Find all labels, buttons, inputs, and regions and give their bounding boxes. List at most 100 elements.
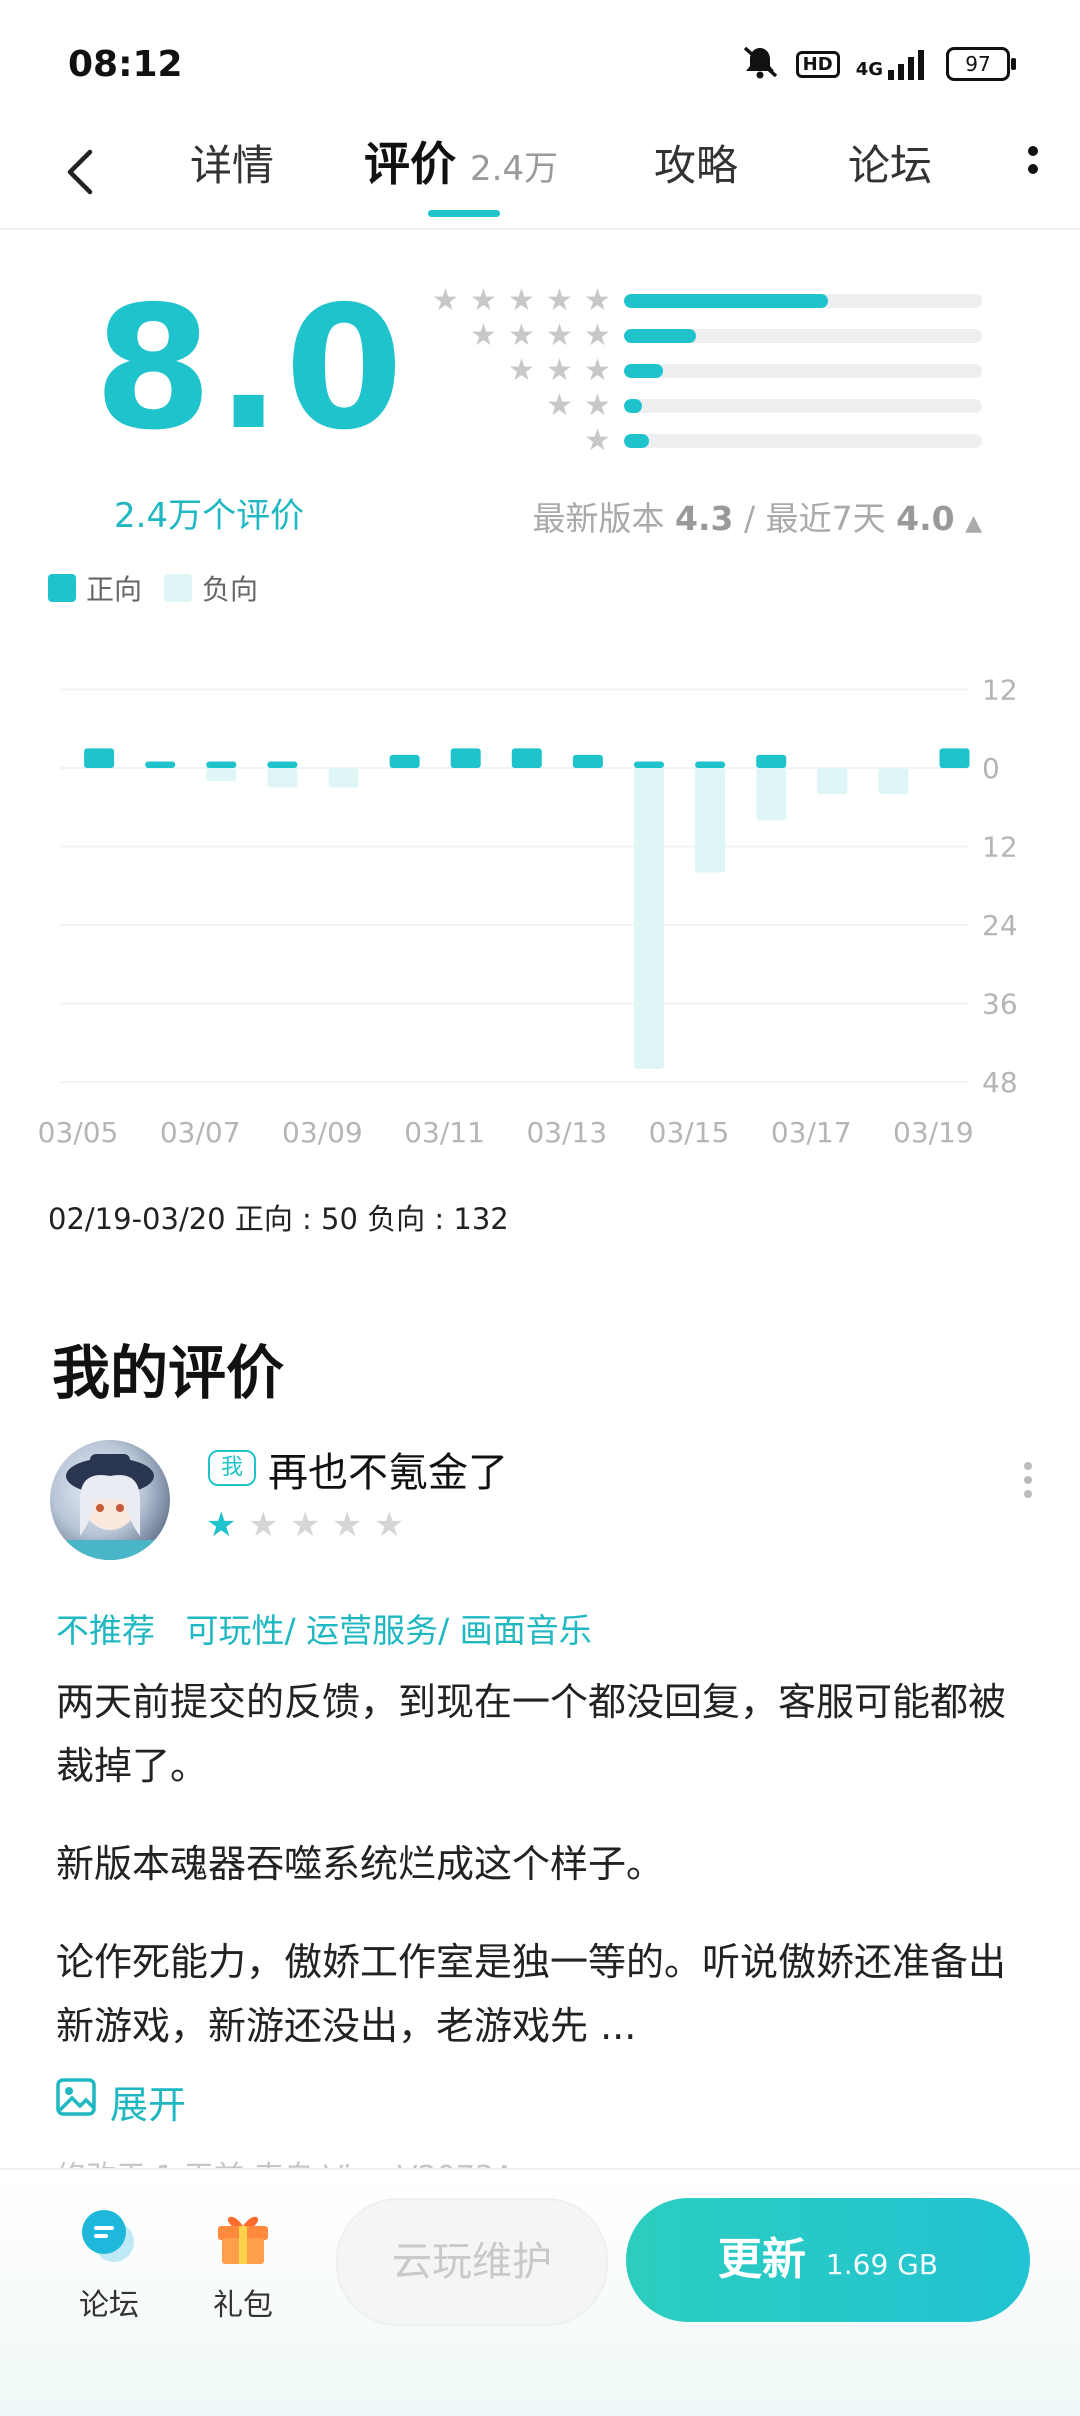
- review-tags: 不推荐 可玩性/ 运营服务/ 画面音乐: [56, 1604, 592, 1652]
- rating-bar-track: [624, 294, 982, 308]
- negative-bar: [328, 768, 359, 788]
- status-bar: 08:12 HD 4G 97: [0, 0, 1080, 120]
- positive-bar: [450, 748, 481, 768]
- star-icon: ★: [546, 353, 573, 388]
- y-tick-label: 24: [982, 909, 1018, 942]
- x-tick-label: 03/13: [526, 1116, 607, 1149]
- tab-details[interactable]: 详情: [190, 132, 274, 193]
- star-icon: ★: [508, 283, 535, 318]
- star-icon: ★: [584, 353, 611, 388]
- my-review-heading: 我的评价: [52, 1339, 285, 1407]
- positive-bar: [511, 748, 542, 768]
- review-more-icon[interactable]: [1024, 1456, 1034, 1504]
- hd-badge: HD: [795, 50, 840, 78]
- x-tick-label: 03/17: [771, 1116, 852, 1149]
- star-icon: ★: [584, 283, 611, 318]
- me-badge: 我: [208, 1450, 256, 1486]
- image-icon: [56, 2078, 96, 2125]
- positive-bar: [389, 754, 420, 768]
- review-count[interactable]: 2.4万个评价: [114, 488, 304, 537]
- rating-bar-fill: [624, 399, 642, 413]
- star-icon: ★: [470, 318, 497, 353]
- positive-bar: [939, 748, 970, 768]
- version-rating[interactable]: 最新版本 4.3 / 最近7天 4.0 ▲: [533, 492, 982, 540]
- range-summary: 02/19-03/20 正向 : 50 负向 : 132: [48, 1202, 509, 1236]
- review-paragraph: 两天前提交的反馈，到现在一个都没回复，客服可能都被裁掉了。: [56, 1680, 1007, 1788]
- star-row-3: ★ ★ ★: [380, 353, 611, 388]
- tab-reviews[interactable]: 评价 2.4万: [364, 128, 558, 194]
- tab-reviews-count: 2.4万: [470, 149, 559, 189]
- tab-forum[interactable]: 论坛: [848, 132, 932, 193]
- tag-topics: 可玩性/ 运营服务/ 画面音乐: [185, 1611, 592, 1650]
- bottom-action-bar: 论坛 礼包 云玩维护 更新 1.69 GB: [0, 2168, 1080, 2416]
- chart-legend: 正向 负向: [48, 568, 258, 608]
- star-icon: ★: [584, 318, 611, 353]
- x-tick-label: 03/19: [893, 1116, 974, 1149]
- empty-star-icon: ★: [248, 1505, 279, 1545]
- review-stars: ★ ★ ★ ★ ★: [206, 1505, 405, 1545]
- gift-label: 礼包: [213, 2288, 273, 2323]
- x-tick-label: 03/09: [282, 1116, 363, 1149]
- review-paragraph: 新版本魂器吞噬系统烂成这个样子。: [56, 1842, 665, 1886]
- negative-bar: [206, 768, 237, 782]
- positive-bar: [756, 754, 787, 768]
- star-icon: ★: [584, 423, 611, 458]
- review-title: 再也不氪金了: [268, 1450, 508, 1496]
- star-row-2: ★ ★: [380, 388, 611, 423]
- legend-negative-label: 负向: [202, 573, 259, 606]
- recent-prefix: / 最近7天: [744, 499, 886, 538]
- y-tick-label: 48: [982, 1066, 1018, 1099]
- rating-bar-fill: [624, 294, 829, 308]
- overall-score: 8.0: [94, 270, 408, 468]
- update-button[interactable]: 更新 1.69 GB: [626, 2198, 1030, 2322]
- gift-icon: [212, 2206, 274, 2268]
- legend-positive-label: 正向: [86, 573, 143, 606]
- positive-bar: [267, 761, 298, 768]
- star-icon: ★: [508, 353, 535, 388]
- x-tick-label: 03/07: [160, 1116, 241, 1149]
- empty-star-icon: ★: [332, 1505, 363, 1545]
- expand-label: 展开: [110, 2083, 187, 2127]
- review-paragraph: 论作死能力，傲娇工作室是独一等的。听说傲娇还准备出新游戏，新游还没出，老游戏先 …: [56, 1940, 1007, 2048]
- top-tab-bar: 详情 评价 2.4万 攻略 论坛: [0, 112, 1080, 230]
- legend-negative-swatch: [164, 574, 193, 602]
- x-tick-label: 03/05: [38, 1116, 119, 1149]
- negative-bar: [634, 768, 664, 1069]
- legend-positive-swatch: [48, 574, 76, 602]
- more-options-icon[interactable]: [1026, 138, 1040, 198]
- update-size: 1.69 GB: [825, 2248, 939, 2281]
- forum-button[interactable]: 论坛: [54, 2206, 164, 2324]
- star-icon: ★: [546, 283, 573, 318]
- star-icon: ★: [546, 388, 573, 423]
- back-arrow-icon[interactable]: [62, 148, 100, 195]
- signal-icon: 4G: [856, 48, 930, 80]
- rating-bar-track: [624, 364, 982, 378]
- status-icons: HD 4G 97: [740, 44, 1016, 84]
- positive-bar: [695, 761, 726, 768]
- chat-bubble-icon: [78, 2206, 140, 2268]
- status-time: 08:12: [68, 44, 183, 85]
- negative-bar: [817, 768, 848, 795]
- negative-bar: [756, 768, 787, 821]
- tab-guides[interactable]: 攻略: [654, 132, 738, 193]
- caret-up-icon: ▲: [965, 511, 982, 536]
- positive-bar: [84, 748, 115, 768]
- negative-bar: [878, 768, 909, 795]
- rating-bar-fill: [624, 434, 650, 448]
- mute-bell-icon: [740, 44, 780, 84]
- rating-bar-fill: [624, 329, 696, 343]
- avatar[interactable]: [50, 1440, 170, 1560]
- star-icon: ★: [584, 388, 611, 423]
- empty-star-icon: ★: [374, 1505, 405, 1545]
- positive-bar: [572, 754, 603, 768]
- star-icon: ★: [546, 318, 573, 353]
- tag-not-recommend: 不推荐: [56, 1611, 155, 1650]
- negative-bar: [267, 768, 298, 788]
- expand-button[interactable]: 展开: [56, 2074, 186, 2129]
- rating-bar-fill: [624, 364, 664, 378]
- gift-button[interactable]: 礼包: [188, 2206, 298, 2324]
- update-label: 更新: [717, 2234, 806, 2285]
- x-tick-label: 03/15: [649, 1116, 730, 1149]
- cloud-play-button[interactable]: 云玩维护: [336, 2198, 608, 2326]
- filled-star-icon: ★: [206, 1505, 237, 1545]
